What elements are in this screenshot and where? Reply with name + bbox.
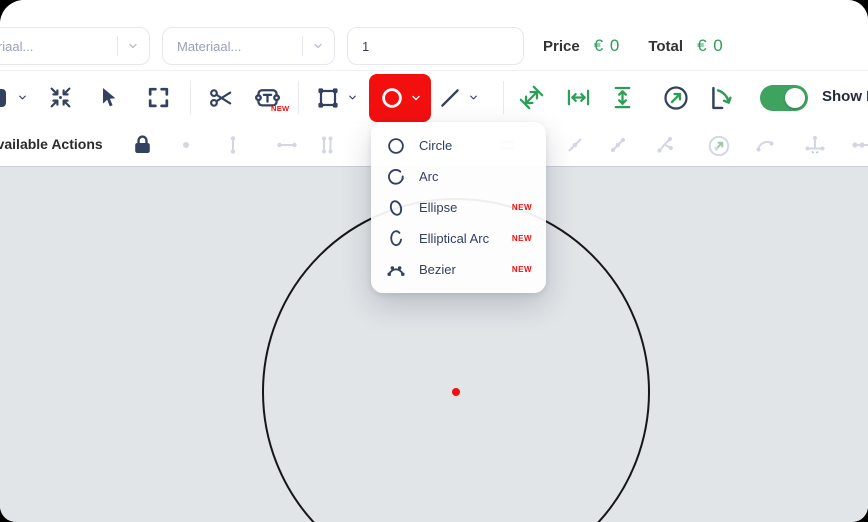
fullscreen-icon	[146, 85, 171, 110]
dropdown-item-label: Circle	[419, 138, 532, 153]
main-toolbar: NEW	[0, 70, 868, 123]
circle-icon	[385, 135, 407, 157]
clipped-disabled-icon	[850, 133, 868, 157]
total-label: Total	[648, 38, 683, 55]
new-badge: NEW	[512, 265, 532, 274]
cut-tool-button[interactable]	[208, 71, 234, 124]
rectangle-tool-icon	[314, 84, 342, 112]
price-label: Price	[543, 38, 580, 55]
horizontal-segment-icon	[275, 133, 299, 157]
text-tool-new-badge: NEW	[271, 104, 289, 113]
vertical-measure-icon	[609, 84, 636, 111]
shape-preset-icon	[0, 86, 12, 110]
radius-arrow-icon	[706, 133, 730, 157]
circle-tool-button-active[interactable]	[369, 74, 431, 122]
angle-measure-icon	[707, 84, 735, 112]
rectangle-tool-button[interactable]	[314, 71, 358, 124]
show-toggle-label: Show M	[822, 88, 868, 105]
material-select-2-placeholder: Materiaal...	[177, 39, 293, 54]
dropdown-item-label: Arc	[419, 169, 532, 184]
perpendicular-icon	[803, 133, 827, 157]
select-divider	[117, 36, 118, 56]
chevron-down-icon	[468, 92, 479, 103]
text-tool-button[interactable]	[253, 71, 282, 124]
dropdown-item-label: Elliptical Arc	[419, 231, 500, 246]
toolbar-divider	[503, 81, 504, 114]
angle-measure-button[interactable]	[707, 71, 735, 124]
horizontal-measure-button[interactable]	[565, 71, 592, 124]
shape-preset-button[interactable]	[0, 71, 28, 124]
diagonal-measure-icon	[518, 84, 545, 111]
vertical-segment-icon	[221, 133, 245, 157]
ellipse-icon	[385, 197, 407, 219]
line-segment-icon	[563, 133, 587, 157]
collapse-to-center-button[interactable]	[48, 71, 73, 124]
circle-center-dot	[452, 388, 460, 396]
point-icon	[174, 133, 198, 157]
toggle-knob	[785, 88, 805, 108]
line-tool-button[interactable]	[437, 71, 479, 124]
show-toggle[interactable]	[760, 85, 808, 111]
top-bar: Materiaal... Materiaal... 1 Price € 0 To…	[0, 0, 868, 70]
material-select-1[interactable]: Materiaal...	[0, 27, 150, 65]
dropdown-item-label: Ellipse	[419, 200, 500, 215]
chevron-down-icon	[410, 92, 422, 104]
scale-circle-icon	[662, 84, 690, 112]
toolbar-divider	[298, 81, 299, 114]
dropdown-item-bezier[interactable]: Bezier NEW	[371, 254, 546, 285]
dropdown-item-elliptical-arc[interactable]: Elliptical Arc NEW	[371, 223, 546, 254]
total-value: € 0	[697, 36, 724, 56]
dropdown-item-arc[interactable]: Arc	[371, 161, 546, 192]
dropdown-item-circle[interactable]: Circle	[371, 130, 546, 161]
arc-segment-icon	[753, 133, 777, 157]
chevron-down-icon	[127, 40, 139, 52]
shape-dropdown-menu: Circle Arc Ellipse NEW Elliptical Arc NE…	[371, 122, 546, 293]
fullscreen-button[interactable]	[146, 71, 171, 124]
cursor-icon	[96, 86, 120, 110]
elliptical-arc-icon	[385, 228, 407, 250]
branch-icon	[653, 133, 677, 157]
diagonal-measure-button[interactable]	[518, 71, 545, 124]
material-select-2[interactable]: Materiaal...	[162, 27, 335, 65]
chevron-down-icon	[17, 92, 28, 103]
material-select-1-placeholder: Materiaal...	[0, 39, 108, 54]
line-tool-icon	[437, 85, 463, 111]
horizontal-measure-icon	[565, 84, 592, 111]
quantity-value: 1	[362, 39, 369, 54]
toolbar-divider	[190, 81, 191, 114]
chevron-down-icon	[347, 92, 358, 103]
collapse-to-center-icon	[48, 85, 73, 110]
circle-tool-icon	[378, 84, 406, 112]
scissors-icon	[208, 85, 234, 111]
price-summary: Price € 0 Total € 0	[543, 27, 724, 65]
app-window: Materiaal... Materiaal... 1 Price € 0 To…	[0, 0, 868, 522]
quantity-input[interactable]: 1	[347, 27, 524, 65]
select-divider	[302, 36, 303, 56]
scale-circle-button[interactable]	[662, 71, 690, 124]
vertical-measure-button[interactable]	[609, 71, 636, 124]
dropdown-item-ellipse[interactable]: Ellipse NEW	[371, 192, 546, 223]
new-badge: NEW	[512, 234, 532, 243]
cursor-tool-button[interactable]	[96, 71, 120, 124]
available-actions-label: Available Actions	[0, 136, 103, 152]
dropdown-item-label: Bezier	[419, 262, 500, 277]
bezier-icon	[385, 259, 407, 281]
price-value: € 0	[594, 36, 621, 56]
chevron-down-icon	[312, 40, 324, 52]
polyline-icon	[606, 133, 630, 157]
arc-icon	[385, 166, 407, 188]
parallel-segments-icon	[315, 133, 339, 157]
lock-icon[interactable]	[130, 132, 154, 156]
new-badge: NEW	[512, 203, 532, 212]
